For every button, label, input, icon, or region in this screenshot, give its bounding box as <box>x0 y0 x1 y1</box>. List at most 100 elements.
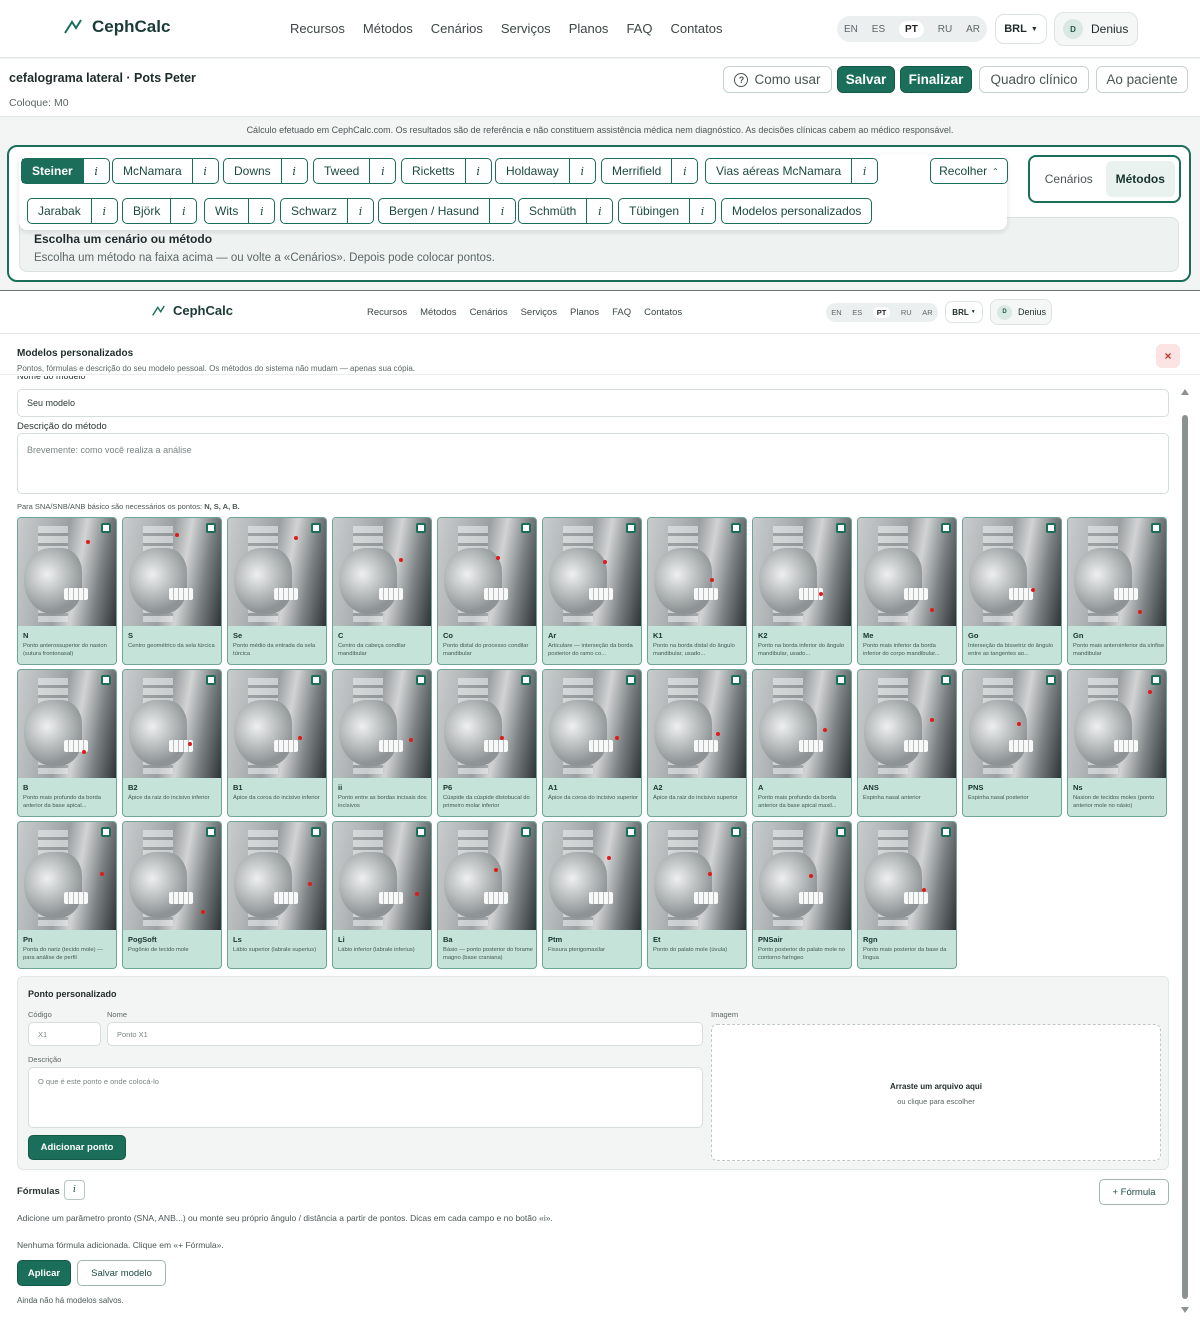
nav-servicos[interactable]: Serviços <box>501 21 551 36</box>
landmark-card-ans[interactable]: ANS Espinha nasal anterior <box>857 669 957 817</box>
nav-faq[interactable]: FAQ <box>626 21 652 36</box>
method-label[interactable]: Ricketts <box>402 159 465 183</box>
scroll-down-icon[interactable] <box>1181 1307 1189 1313</box>
method-label[interactable]: Wits <box>205 199 248 223</box>
lang-ar[interactable]: AR <box>922 308 932 317</box>
nav-servicos[interactable]: Serviços <box>521 307 557 318</box>
landmark-card-pnsair[interactable]: PNSair Ponto posterior do palato mole no … <box>752 821 852 969</box>
method-chip-tweed[interactable]: Tweed i <box>313 158 397 184</box>
clinical-picture-button[interactable]: Quadro clínico <box>979 66 1089 93</box>
select-checkbox[interactable] <box>101 523 111 533</box>
method-label[interactable]: Schmüth <box>519 199 586 223</box>
info-icon[interactable]: i <box>489 199 515 223</box>
lang-pt[interactable]: PT <box>899 20 924 38</box>
landmark-card-pns[interactable]: PNS Espinha nasal posterior <box>962 669 1062 817</box>
select-checkbox[interactable] <box>1151 675 1161 685</box>
select-checkbox[interactable] <box>521 523 531 533</box>
method-label[interactable]: Modelos personalizados <box>722 199 871 223</box>
tab-metodos[interactable]: Métodos <box>1105 161 1175 197</box>
finish-button[interactable]: Finalizar <box>900 66 972 93</box>
landmark-card-a[interactable]: A Ponto mais profundo da borda anterior d… <box>752 669 852 817</box>
info-icon[interactable]: i <box>347 199 373 223</box>
custom-models-chip[interactable]: Modelos personalizados <box>721 198 873 224</box>
landmark-card-p6[interactable]: P6 Cúspide da cúspide distobucal do prime… <box>437 669 537 817</box>
method-chip-tubingen[interactable]: Tübingen i <box>618 198 717 224</box>
currency-select[interactable]: BRL ▼ <box>995 14 1047 44</box>
landmark-card-pn[interactable]: Pn Ponta do nariz (tecido mole) — para an… <box>17 821 117 969</box>
select-checkbox[interactable] <box>626 675 636 685</box>
info-icon[interactable]: i <box>248 199 274 223</box>
info-icon[interactable]: i <box>369 159 395 183</box>
name-input[interactable]: Ponto X1 <box>107 1022 703 1046</box>
select-checkbox[interactable] <box>416 675 426 685</box>
method-chip-airway-mcnamara[interactable]: Vias aéreas McNamara i <box>705 158 879 184</box>
nav-recursos[interactable]: Recursos <box>367 307 407 318</box>
landmark-card-b1[interactable]: B1 Ápice da coroa do incisivo inferior <box>227 669 327 817</box>
landmark-card-li[interactable]: Li Lábio inferior (labrale inferius) <box>332 821 432 969</box>
select-checkbox[interactable] <box>521 675 531 685</box>
lang-ar[interactable]: AR <box>966 24 980 35</box>
landmark-card-me[interactable]: Me Ponto mais inferior da borda inferior … <box>857 517 957 665</box>
method-label[interactable]: Merrifield <box>602 159 671 183</box>
nav-planos[interactable]: Planos <box>570 307 599 318</box>
collapse-button[interactable]: Recolher ⌃ <box>930 158 1008 184</box>
landmark-card-ls[interactable]: Ls Lábio superior (labrale superius) <box>227 821 327 969</box>
nav-metodos[interactable]: Métodos <box>363 21 413 36</box>
select-checkbox[interactable] <box>1046 523 1056 533</box>
scroll-up-icon[interactable] <box>1181 389 1189 395</box>
image-dropzone[interactable]: Arraste um arquivo aqui ou clique para e… <box>711 1024 1161 1161</box>
save-button[interactable]: Salvar <box>837 66 895 93</box>
nav-metodos[interactable]: Métodos <box>420 307 456 318</box>
info-icon[interactable]: i <box>568 159 595 183</box>
select-checkbox[interactable] <box>311 675 321 685</box>
to-patient-button[interactable]: Ao paciente <box>1096 66 1188 93</box>
info-icon[interactable]: i <box>689 199 715 223</box>
nav-cenarios[interactable]: Cenários <box>470 307 508 318</box>
method-label[interactable]: Steiner <box>22 159 83 183</box>
landmark-card-ii[interactable]: ii Ponto entre as bordas incisais dos inc… <box>332 669 432 817</box>
landmark-card-b[interactable]: B Ponto mais profundo da borda anterior d… <box>17 669 117 817</box>
select-checkbox[interactable] <box>731 675 741 685</box>
select-checkbox[interactable] <box>731 827 741 837</box>
method-label[interactable]: McNamara <box>113 159 192 183</box>
landmark-card-a2[interactable]: A2 Ápice da raiz do incisivo superior <box>647 669 747 817</box>
select-checkbox[interactable] <box>416 827 426 837</box>
method-chip-mcnamara[interactable]: McNamara i <box>112 158 219 184</box>
lang-en[interactable]: EN <box>831 308 841 317</box>
info-icon[interactable]: i <box>170 199 196 223</box>
select-checkbox[interactable] <box>941 675 951 685</box>
nav-cenarios[interactable]: Cenários <box>431 21 483 36</box>
landmark-card-k1[interactable]: K1 Ponto na borda distal do ângulo mandib… <box>647 517 747 665</box>
method-chip-holdaway[interactable]: Holdaway i <box>495 158 596 184</box>
currency-select[interactable]: BRL ▼ <box>945 301 983 323</box>
apply-button[interactable]: Aplicar <box>17 1260 71 1286</box>
method-label[interactable]: Tübingen <box>619 199 689 223</box>
method-chip-ricketts[interactable]: Ricketts i <box>401 158 492 184</box>
landmark-card-pogsoft[interactable]: PogSoft Pogônio de tecido mole <box>122 821 222 969</box>
brand-logo[interactable]: CephCalc <box>64 17 170 37</box>
scroll-thumb[interactable] <box>1182 415 1188 1299</box>
landmark-card-n[interactable]: N Ponto anterossuperior do nasion (sutura… <box>17 517 117 665</box>
nav-planos[interactable]: Planos <box>569 21 609 36</box>
landmark-card-co[interactable]: Co Ponto distal do processo condilar mand… <box>437 517 537 665</box>
select-checkbox[interactable] <box>101 827 111 837</box>
method-label[interactable]: Vias aéreas McNamara <box>706 159 851 183</box>
save-model-button[interactable]: Salvar modelo <box>77 1260 166 1286</box>
nav-recursos[interactable]: Recursos <box>290 21 345 36</box>
method-chip-jarabak[interactable]: Jarabak i <box>27 198 118 224</box>
select-checkbox[interactable] <box>311 523 321 533</box>
info-icon[interactable]: i <box>851 159 877 183</box>
select-checkbox[interactable] <box>626 827 636 837</box>
select-checkbox[interactable] <box>521 827 531 837</box>
method-chip-bergen-hasund[interactable]: Bergen / Hasund i <box>378 198 517 224</box>
method-chip-downs[interactable]: Downs i <box>223 158 308 184</box>
lang-es[interactable]: ES <box>872 24 885 35</box>
landmark-card-a1[interactable]: A1 Ápice da coroa do incisivo superior <box>542 669 642 817</box>
landmark-card-ns[interactable]: Ns Nasion de tecidos moles (ponto anterio… <box>1067 669 1167 817</box>
select-checkbox[interactable] <box>626 523 636 533</box>
select-checkbox[interactable] <box>731 523 741 533</box>
info-icon[interactable]: i <box>64 1180 85 1200</box>
brand-logo[interactable]: CephCalc <box>152 303 233 318</box>
modal-scrollbar[interactable] <box>1180 383 1190 1313</box>
how-to-button[interactable]: ? Como usar <box>723 66 832 93</box>
